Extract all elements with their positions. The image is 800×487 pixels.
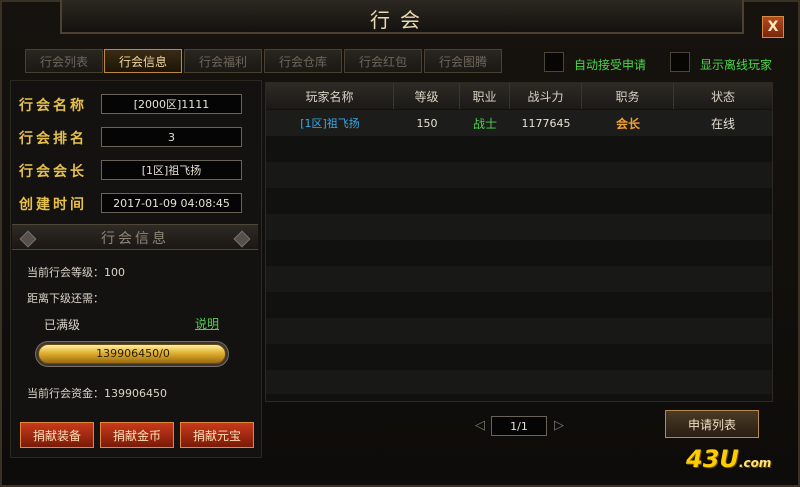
empty-row: [266, 318, 772, 344]
empty-row: [266, 370, 772, 394]
max-level-text: 已满级: [44, 318, 81, 332]
cell-class: 战士: [472, 116, 497, 131]
guild-name-label: 行会名称: [19, 98, 87, 114]
guild-created-label: 创建时间: [19, 197, 87, 213]
tab-guild-totem[interactable]: 行会图腾: [424, 49, 502, 73]
next-page-icon[interactable]: ▷: [552, 417, 566, 433]
guild-name-field: [2000区]1111: [101, 94, 242, 114]
guild-rank-field: 3: [101, 127, 242, 147]
guild-leader-field: [1区]祖飞扬: [101, 160, 242, 180]
header-position[interactable]: 职务: [582, 83, 674, 109]
cell-power: 1177645: [521, 116, 571, 130]
guild-rank-label: 行会排名: [19, 131, 87, 147]
guild-leader-label: 行会会长: [19, 164, 87, 180]
cell-status: 在线: [710, 116, 735, 131]
window-title: 行会: [370, 8, 430, 32]
guild-level-text: 当前行会等级：100: [27, 266, 125, 279]
guild-exp-progress-bar: 139906450/0: [38, 344, 226, 364]
explain-link[interactable]: 说明: [195, 315, 219, 332]
header-class[interactable]: 职业: [460, 83, 510, 109]
show-offline-checkbox[interactable]: [670, 52, 690, 72]
donate-yuanbao-button[interactable]: 捐献元宝: [180, 422, 254, 448]
tab-guild-info[interactable]: 行会信息: [104, 49, 182, 73]
cell-level: 150: [416, 116, 438, 130]
cell-player-name[interactable]: [1区]祖飞扬: [266, 113, 394, 133]
donate-equipment-button[interactable]: 捐献装备: [20, 422, 94, 448]
site-watermark-logo: 43U.com: [686, 445, 772, 473]
donate-gold-button[interactable]: 捐献金币: [100, 422, 174, 448]
progress-text: 139906450/0: [96, 347, 170, 360]
section-banner: 行会信息: [12, 224, 258, 250]
tab-guild-red-packet[interactable]: 行会红包: [344, 49, 422, 73]
empty-row: [266, 162, 772, 188]
show-offline-label: 显示离线玩家: [700, 58, 773, 72]
cell-position: 会长: [615, 116, 640, 131]
tab-guild-warehouse[interactable]: 行会仓库: [264, 49, 342, 73]
tab-guild-list[interactable]: 行会列表: [25, 49, 103, 73]
header-player-name[interactable]: 玩家名称: [266, 83, 394, 109]
empty-row: [266, 266, 772, 292]
empty-row: [266, 214, 772, 240]
header-status[interactable]: 状态: [674, 83, 772, 109]
guild-funds-text: 当前行会资金：139906450: [27, 387, 167, 400]
header-level[interactable]: 等级: [394, 83, 460, 109]
guild-created-field: 2017-01-09 04:08:45: [101, 193, 242, 213]
page-indicator: 1/1: [491, 416, 547, 436]
auto-accept-label: 自动接受申请: [574, 58, 647, 72]
tab-guild-welfare[interactable]: 行会福利: [184, 49, 262, 73]
next-level-text: 距离下级还需：: [27, 292, 104, 305]
apply-list-button[interactable]: 申请列表: [665, 410, 759, 438]
section-title: 行会信息: [101, 231, 169, 247]
prev-page-icon[interactable]: ◁: [473, 417, 487, 433]
header-power[interactable]: 战斗力: [510, 83, 582, 109]
auto-accept-checkbox[interactable]: [544, 52, 564, 72]
close-button[interactable]: X: [762, 16, 784, 38]
